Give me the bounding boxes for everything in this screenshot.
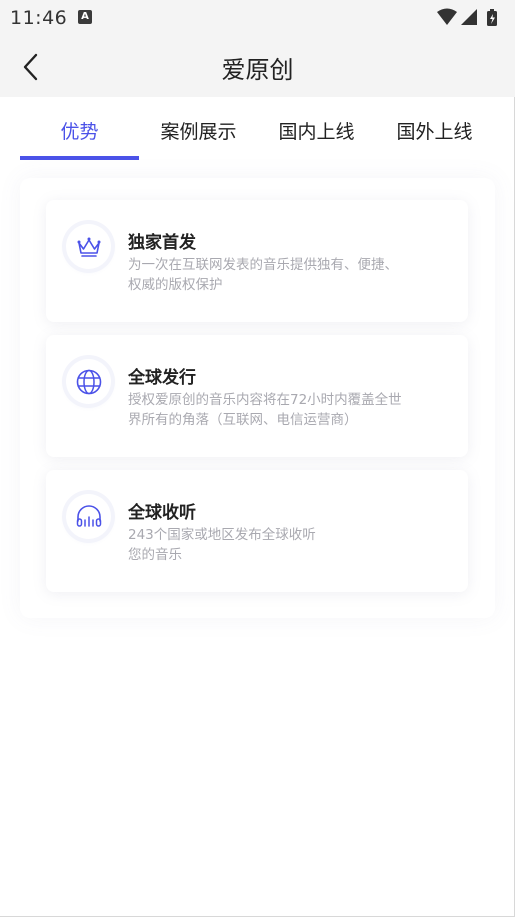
status-icons xyxy=(435,7,505,29)
nav-bar: 爱原创 xyxy=(0,36,515,97)
tab-overseas-launch[interactable]: 国外上线 xyxy=(375,97,494,163)
card-description-line: 为一次在互联网发表的音乐提供独有、便捷、 xyxy=(128,257,398,273)
tab-domestic-launch[interactable]: 国内上线 xyxy=(257,97,376,163)
card-description: 243个国家或地区发布全球收听 您的音乐 xyxy=(128,525,428,565)
card-title: 独家首发 xyxy=(128,233,196,253)
card-title: 全球发行 xyxy=(128,368,196,388)
card-description-line: 243个国家或地区发布全球收听 xyxy=(128,527,316,543)
globe-icon xyxy=(66,359,111,404)
advantage-card-global-listening: 全球收听 243个国家或地区发布全球收听 您的音乐 xyxy=(46,470,468,592)
card-title: 全球收听 xyxy=(128,503,196,523)
tab-advantages[interactable]: 优势 xyxy=(20,97,139,163)
card-description-line: 权威的版权保护 xyxy=(128,277,223,293)
card-description-line: 您的音乐 xyxy=(128,547,182,563)
active-tab-indicator xyxy=(20,156,139,160)
wifi-icon xyxy=(437,8,457,25)
status-bar: 11:46 A xyxy=(0,0,515,36)
page-title: 爱原创 xyxy=(221,56,294,84)
battery-charging-icon xyxy=(487,9,497,26)
advantage-card-exclusive: 独家首发 为一次在互联网发表的音乐提供独有、便捷、 权威的版权保护 xyxy=(46,200,468,322)
status-time: 11:46 xyxy=(10,7,68,29)
card-description-line: 界所有的角落（互联网、电信运营商） xyxy=(128,412,358,428)
crown-icon xyxy=(66,224,111,269)
advantage-card-global-release: 全球发行 授权爱原创的音乐内容将在72小时内覆盖全世 界所有的角落（互联网、电信… xyxy=(46,335,468,457)
card-description: 授权爱原创的音乐内容将在72小时内覆盖全世 界所有的角落（互联网、电信运营商） xyxy=(128,390,428,430)
card-description: 为一次在互联网发表的音乐提供独有、便捷、 权威的版权保护 xyxy=(128,255,428,295)
a-letter-icon: A xyxy=(78,10,92,24)
advantages-panel: 独家首发 为一次在互联网发表的音乐提供独有、便捷、 权威的版权保护 全球发行 授… xyxy=(20,178,495,618)
tab-case-showcase[interactable]: 案例展示 xyxy=(139,97,258,163)
tab-bar: 优势 案例展示 国内上线 国外上线 xyxy=(20,97,495,163)
app-screen: 11:46 A 爱原创 优势 案例展示 国内上线 国外上线 独家首发 为一次在互… xyxy=(0,0,515,917)
card-description-line: 授权爱原创的音乐内容将在72小时内覆盖全世 xyxy=(128,392,402,408)
headphones-icon xyxy=(66,494,111,539)
signal-icon xyxy=(461,9,477,25)
